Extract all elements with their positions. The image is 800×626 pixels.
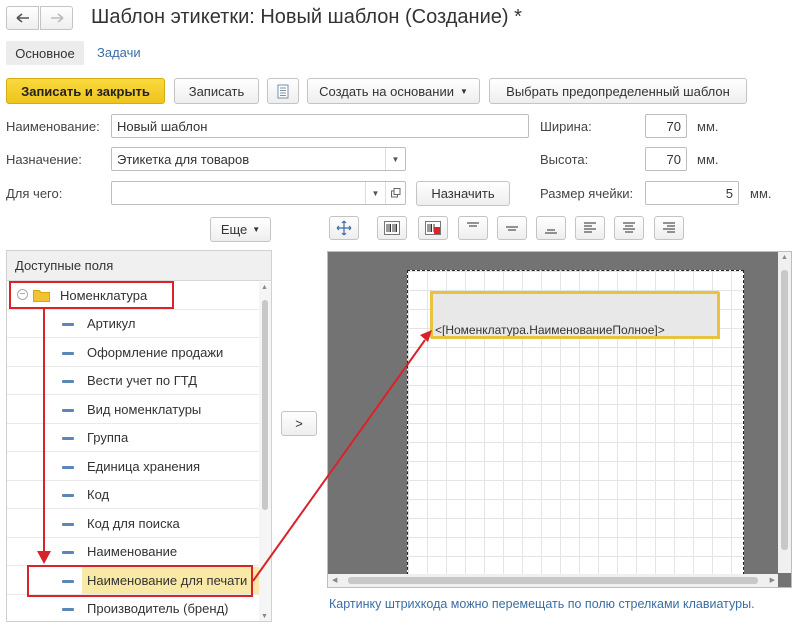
annotation-arrows [37, 330, 432, 582]
